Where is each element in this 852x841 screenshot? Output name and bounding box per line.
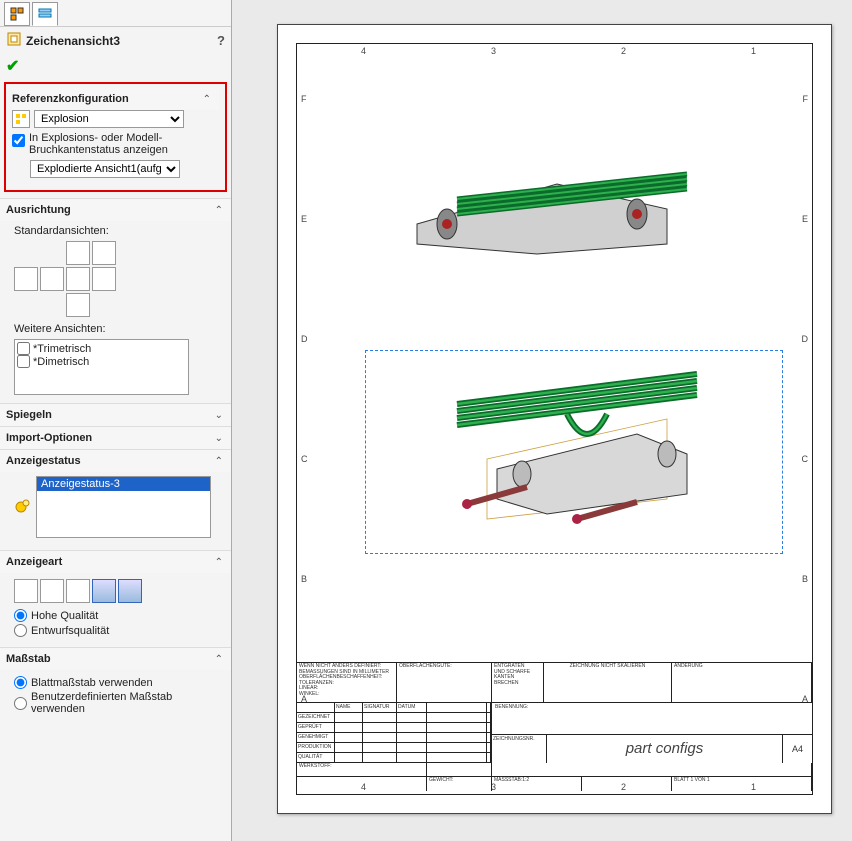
- tab-property-manager[interactable]: [32, 2, 58, 26]
- style-hidden-removed[interactable]: [66, 579, 90, 603]
- view-left[interactable]: [14, 267, 38, 291]
- drawing-sheet: 4 3 2 1 4 3 2 1 F E D C B A F E D C B A: [277, 24, 832, 814]
- style-shaded[interactable]: [118, 579, 142, 603]
- tab-feature-manager[interactable]: [4, 2, 30, 26]
- chevron-down-icon: ⌄: [215, 433, 223, 444]
- panel-tabs: [0, 0, 231, 27]
- draft-quality-radio[interactable]: [14, 624, 27, 637]
- drawing-name: part configs: [547, 735, 782, 764]
- trimetric-check[interactable]: [17, 342, 30, 355]
- panel-header: Zeichenansicht3 ?: [0, 27, 231, 54]
- assembly-collapsed: [387, 154, 707, 264]
- section-mirror-header[interactable]: Spiegeln ⌄: [0, 404, 231, 426]
- assembly-exploded: [387, 359, 717, 539]
- view-top[interactable]: [66, 241, 90, 265]
- more-views-label: Weitere Ansichten:: [14, 323, 223, 335]
- confirm-icon[interactable]: ✔: [6, 58, 19, 75]
- style-shaded-edges[interactable]: [92, 579, 116, 603]
- view-back[interactable]: [92, 267, 116, 291]
- sheet-border: 4 3 2 1 4 3 2 1 F E D C B A F E D C B A: [296, 43, 813, 795]
- exploded-view-select[interactable]: Explodierte Ansicht1(aufg: [30, 160, 180, 178]
- section-refconfig-title: Referenzkonfiguration: [12, 93, 129, 105]
- drawing-canvas[interactable]: 4 3 2 1 4 3 2 1 F E D C B A F E D C B A: [232, 0, 852, 841]
- std-views-label: Standardansichten:: [14, 225, 223, 237]
- view-front[interactable]: [40, 267, 64, 291]
- config-icon: [12, 110, 30, 128]
- high-quality-radio[interactable]: [14, 609, 27, 622]
- section-dispstate-header[interactable]: Anzeigestatus ⌃: [0, 450, 231, 472]
- exploded-checkbox-label: In Explosions- oder Modell-Bruchkantenst…: [29, 132, 219, 156]
- section-import-header[interactable]: Import-Optionen ⌄: [0, 427, 231, 449]
- title-block: WENN NICHT ANDERS DEFINIERT: BEMASSUNGEN…: [297, 662, 812, 794]
- view-right[interactable]: [66, 267, 90, 291]
- view-bottom[interactable]: [66, 293, 90, 317]
- chevron-up-icon: ⌃: [215, 456, 223, 467]
- dimetric-check[interactable]: [17, 355, 30, 368]
- exploded-checkbox[interactable]: [12, 134, 25, 147]
- chevron-up-icon: ⌃: [215, 557, 223, 568]
- ball-icon: [14, 497, 32, 518]
- chevron-up-icon: ⌃: [215, 205, 223, 216]
- panel-title: Zeichenansicht3: [26, 34, 120, 48]
- section-dispstyle-header[interactable]: Anzeigeart ⌃: [0, 551, 231, 573]
- config-select[interactable]: Explosion: [34, 110, 184, 128]
- style-wireframe[interactable]: [14, 579, 38, 603]
- view-icon: [6, 31, 22, 50]
- section-orientation-header[interactable]: Ausrichtung ⌃: [0, 199, 231, 221]
- user-scale-radio[interactable]: [14, 697, 27, 710]
- section-scale-header[interactable]: Maßstab ⌃: [0, 648, 231, 670]
- help-icon[interactable]: ?: [217, 33, 225, 48]
- chevron-down-icon: ⌄: [215, 410, 223, 421]
- display-state-list[interactable]: Anzeigestatus-3: [36, 476, 211, 538]
- style-hidden-visible[interactable]: [40, 579, 64, 603]
- view-iso[interactable]: [92, 241, 116, 265]
- standard-views-grid: [14, 241, 223, 317]
- more-views-list[interactable]: *Trimetrisch *Dimetrisch: [14, 339, 189, 395]
- chevron-up-icon[interactable]: ⌃: [203, 94, 211, 105]
- chevron-up-icon: ⌃: [215, 654, 223, 665]
- property-panel: Zeichenansicht3 ? ✔ Referenzkonfiguratio…: [0, 0, 232, 841]
- highlight-box: Referenzkonfiguration ⌃ Explosion In Exp…: [4, 82, 227, 192]
- display-state-item[interactable]: Anzeigestatus-3: [37, 477, 210, 491]
- sheet-scale-radio[interactable]: [14, 676, 27, 689]
